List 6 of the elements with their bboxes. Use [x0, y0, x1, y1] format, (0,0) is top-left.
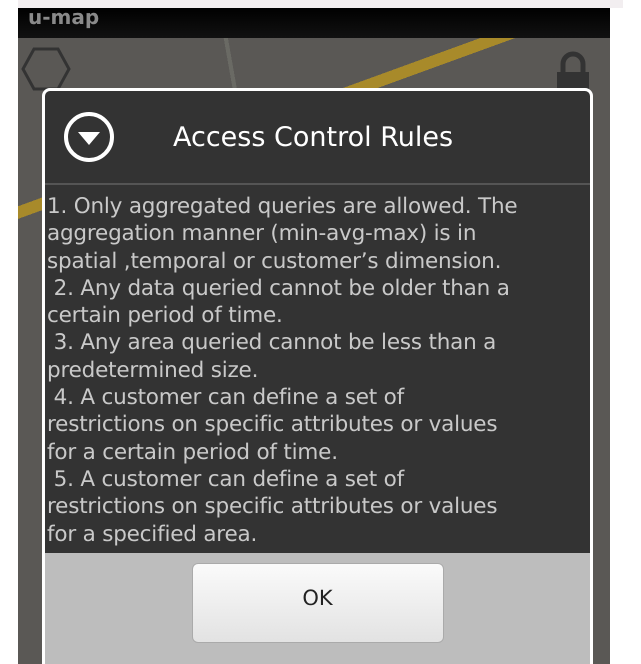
- hexagon-icon[interactable]: [21, 46, 71, 92]
- dropdown-icon: [63, 111, 115, 163]
- dialog-title: Access Control Rules: [173, 122, 454, 152]
- rules-text: 1. Only aggregated queries are allowed. The aggregation manner (min-avg-max) is in spatial ,temporal or customer’s dimension. 2. Any data queried cannot be older than a certain period of time. 3. Any area queried cannot be less than a predetermined size. 4. A customer can define a set of restrictions on specific attributes or values for a certain period of time. 5. A customer can define a set of restrictions on specific attributes or values for a specified area.: [47, 193, 518, 548]
- ok-button[interactable]: OK: [192, 563, 444, 643]
- app-title: u-map: [28, 8, 100, 26]
